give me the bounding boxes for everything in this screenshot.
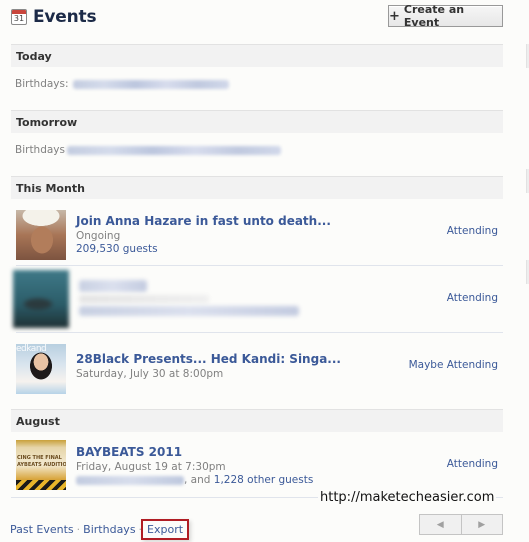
create-event-label: Create an Event [403, 3, 465, 29]
export-link[interactable]: Export [147, 523, 183, 536]
birthday-names-blurred[interactable] [67, 145, 281, 155]
event-thumbnail[interactable]: edkand [16, 344, 66, 394]
event-thumbnail[interactable]: CING THE FINAL AYBEATS AUDITION [16, 440, 66, 490]
birthdays-tomorrow: Birthdays [15, 142, 281, 158]
events-page: 31 Events + Create an Event Today Birthd… [0, 0, 529, 542]
pagination-control: ◀ ▶ [419, 514, 503, 535]
arrow-right-icon: ▶ [478, 519, 486, 530]
page-title: Events [33, 7, 97, 27]
event-thumbnail-blurred[interactable] [13, 270, 69, 328]
event-row: CING THE FINAL AYBEATS AUDITION BAYBEATS… [11, 432, 503, 499]
previous-page-button[interactable]: ◀ [420, 515, 461, 534]
birthdays-today: Birthdays: [15, 76, 229, 92]
event-row: edkand 28Black Presents... Hed Kandi: Si… [11, 333, 503, 400]
thumbnail-logo-text: edkand [16, 344, 47, 354]
calendar-icon-day: 31 [13, 14, 25, 23]
event-row: Join Anna Hazare in fast unto death... O… [11, 199, 503, 266]
event-title-link[interactable]: 28Black Presents... Hed Kandi: Singa... [76, 352, 341, 366]
arrow-left-icon: ◀ [436, 519, 444, 530]
rsvp-status-link[interactable]: Attending [447, 458, 498, 470]
event-row: Attending [11, 266, 503, 333]
export-highlight-box: Export [141, 519, 190, 540]
event-title-blurred[interactable] [79, 280, 147, 292]
section-heading-tomorrow: Tomorrow [11, 110, 503, 133]
event-guests: , and 1,228 other guests [76, 474, 313, 486]
footer-links: Past Events · Birthdays · Export [10, 519, 190, 540]
other-guests-link[interactable]: 1,228 other guests [214, 474, 314, 486]
next-page-button[interactable]: ▶ [460, 515, 502, 534]
create-event-button[interactable]: + Create an Event [388, 3, 503, 29]
section-heading-today: Today [11, 44, 503, 67]
past-events-link[interactable]: Past Events [10, 523, 74, 536]
event-title-link[interactable]: BAYBEATS 2011 [76, 445, 313, 459]
birthday-names-blurred[interactable] [72, 79, 229, 89]
guest-names-blurred[interactable] [76, 475, 184, 485]
event-guests-link[interactable]: 209,530 guests [76, 243, 331, 255]
guests-conjunction: , and [184, 474, 214, 486]
event-time: Friday, August 19 at 7:30pm [76, 461, 226, 473]
event-title-link[interactable]: Join Anna Hazare in fast unto death... [76, 214, 331, 228]
watermark-url: http://maketecheasier.com [318, 490, 497, 505]
thumbnail-text: AYBEATS AUDITION [17, 462, 66, 468]
event-thumbnail[interactable] [16, 210, 66, 260]
event-time: Ongoing [76, 230, 121, 242]
separator-dot: · [76, 523, 81, 536]
birthdays-label: Birthdays: [15, 78, 69, 90]
section-heading-this-month: This Month [11, 176, 503, 199]
calendar-icon: 31 [11, 9, 27, 25]
events-header: 31 Events [11, 6, 97, 28]
plus-icon: + [389, 8, 400, 24]
event-time: Saturday, July 30 at 8:00pm [76, 368, 224, 380]
rsvp-status-link[interactable]: Maybe Attending [409, 359, 498, 371]
birthdays-link[interactable]: Birthdays [83, 523, 135, 536]
rsvp-status-link[interactable]: Attending [447, 225, 498, 237]
rsvp-status-link[interactable]: Attending [447, 292, 498, 304]
thumbnail-text: CING THE FINAL [17, 455, 62, 461]
event-guests-blurred[interactable] [79, 306, 299, 316]
section-heading-august: August [11, 409, 503, 432]
event-time-blurred [79, 295, 209, 303]
birthdays-label: Birthdays [15, 144, 65, 156]
